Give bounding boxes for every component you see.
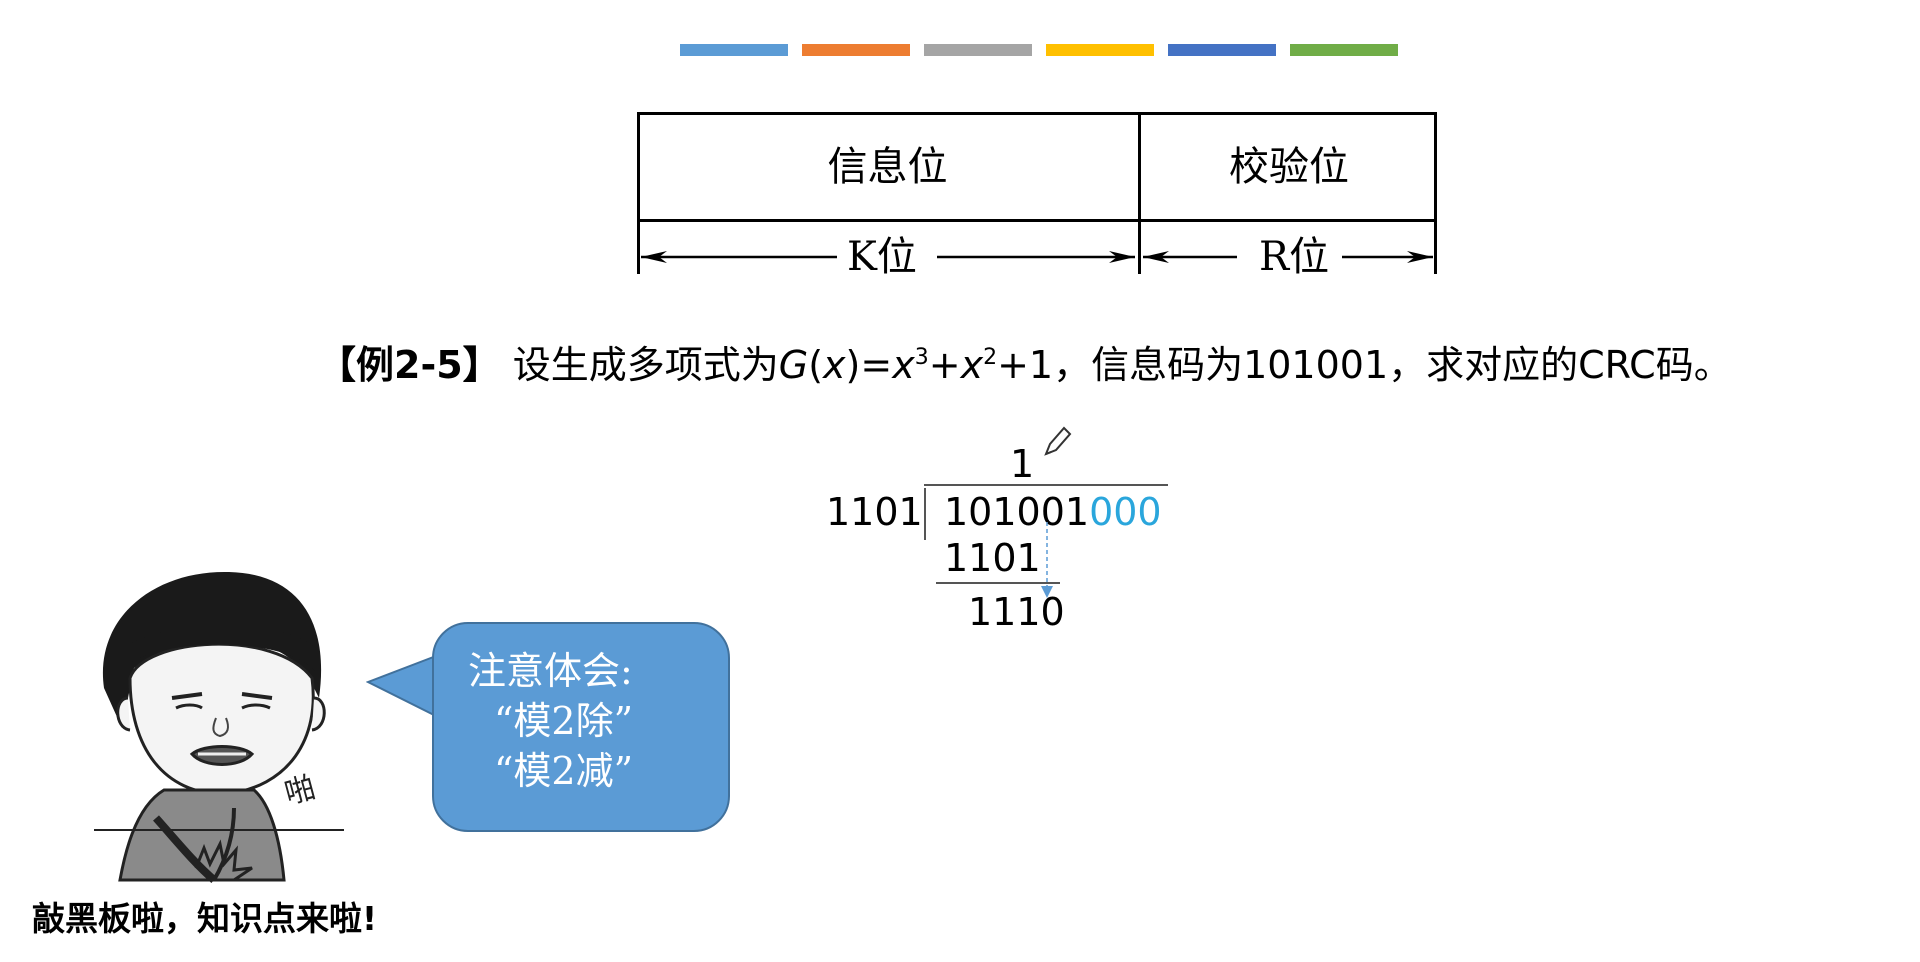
example-prefix: 设生成多项式为 [512,343,779,387]
bubble-line-1: 注意体会: [468,649,633,693]
pencil-icon [1044,426,1072,456]
meme-caption: 敲黑板啦，知识点来啦! [32,899,378,938]
speech-bubble: 注意体会: “模2除” “模2减” [432,622,730,832]
color-stripes [680,44,1400,58]
poly-term-2-var: x [960,343,984,387]
division-bracket-top [924,484,1168,486]
poly-term-2-exp: 2 [983,345,998,370]
bubble-line-3: “模2减” [494,749,634,793]
stripe-5 [1168,44,1276,56]
dividend-bits: 101001 [944,490,1090,534]
r-bits-label: R位 [1249,234,1340,274]
example-tag: 【例2-5】 [318,343,501,387]
meme-character-illustration: 啪 [94,571,344,884]
stripe-4 [1046,44,1154,56]
bubble-line-2: “模2除” [494,699,634,743]
meme-sound-text: 啪 [281,770,319,812]
stripe-1 [680,44,788,56]
poly-g: G [778,343,809,387]
example-suffix: +1，信息码为101001，求对应的CRC码。 [997,343,1732,387]
poly-x: x [823,343,846,387]
poly-plus: + [928,343,961,387]
poly-term-1-exp: 3 [914,345,929,370]
speech-bubble-tail [366,654,437,718]
stripe-6 [1290,44,1398,56]
k-bits-label: K位 [837,234,927,274]
dividend-padding-zeros: 000 [1089,490,1162,534]
bring-down-arrow [1041,522,1053,598]
poly-paren-close: )= [845,343,893,387]
quotient: 1 [1010,442,1035,486]
poly-term-1-var: x [892,343,915,387]
divisor: 1101 [826,490,923,534]
division-bracket-vertical [924,488,926,540]
poly-paren-open: ( [808,343,824,387]
stripe-3 [924,44,1032,56]
example-problem: 【例2-5】 设生成多项式为G(x)=x3+x2+1，信息码为101001，求对… [318,330,1732,393]
stripe-2 [802,44,910,56]
crc-frame-diagram: 信息位 校验位 K位 R位 [637,112,1441,274]
subtrahend: 1101 [944,536,1041,580]
remainder: 1110 [968,590,1065,634]
